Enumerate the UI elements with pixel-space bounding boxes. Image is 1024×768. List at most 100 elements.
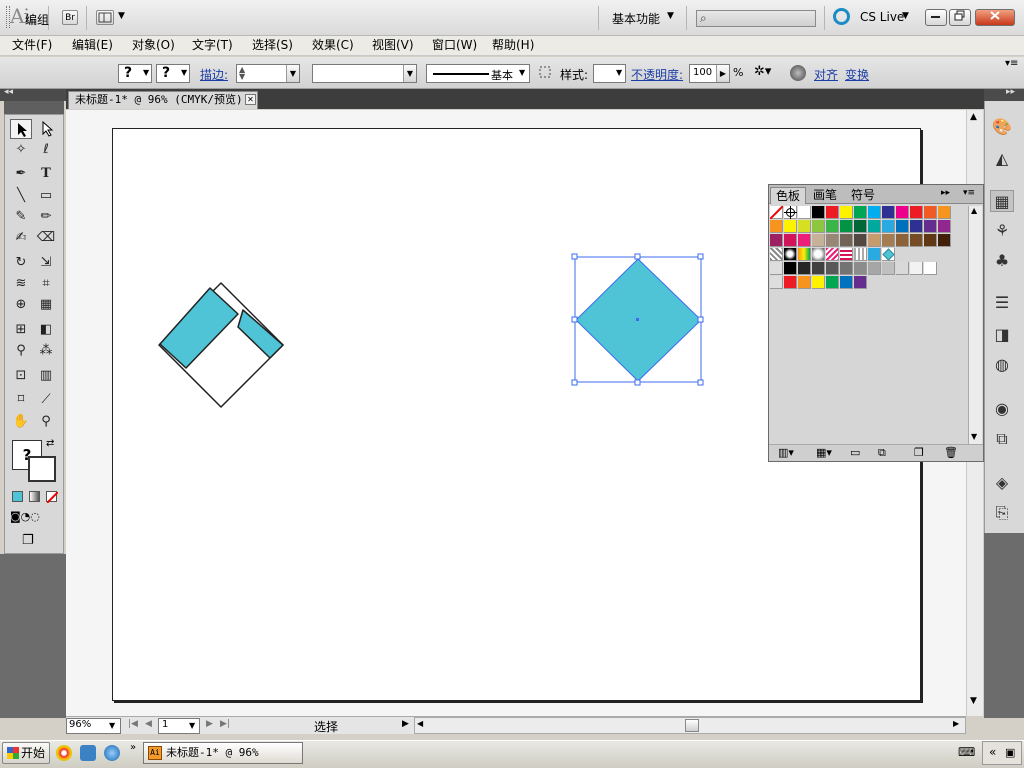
swatch-options-icon[interactable]: ▭ <box>850 446 860 459</box>
color-swatch[interactable] <box>882 234 895 247</box>
dock-header[interactable]: ▸▸ <box>984 87 1024 101</box>
color-swatch[interactable] <box>868 206 881 219</box>
color-swatch[interactable] <box>910 234 923 247</box>
color-group-folder-icon[interactable] <box>770 276 783 289</box>
color-swatch[interactable] <box>910 262 923 275</box>
new-swatch-icon[interactable]: ❐ <box>914 446 924 459</box>
ie-icon[interactable] <box>104 745 120 761</box>
color-swatch[interactable] <box>812 206 825 219</box>
artboard-navigation-dropdown[interactable]: 1 ▼ <box>158 718 200 734</box>
keyboard-icon[interactable]: ⌨ <box>958 745 975 759</box>
graphic-styles-panel-icon[interactable]: ⧉ <box>990 428 1014 450</box>
color-swatch[interactable] <box>924 234 937 247</box>
previous-artboard-icon[interactable]: ◀ <box>145 719 152 729</box>
tab-brushes[interactable]: 画笔 <box>808 187 842 204</box>
color-swatch[interactable] <box>938 220 951 233</box>
first-artboard-icon[interactable]: |◀ <box>128 719 138 729</box>
color-swatch[interactable] <box>826 220 839 233</box>
tab-symbols[interactable]: 符号 <box>846 187 880 204</box>
tray-expand-icon[interactable]: « <box>989 745 996 759</box>
color-swatch[interactable] <box>812 234 825 247</box>
color-swatch[interactable] <box>812 220 825 233</box>
show-swatch-kinds-icon[interactable]: ▦▾ <box>816 446 832 459</box>
color-swatch[interactable] <box>882 220 895 233</box>
zoom-level-dropdown[interactable]: 96% ▼ <box>66 718 121 734</box>
color-swatch[interactable] <box>854 220 867 233</box>
color-swatch[interactable] <box>938 206 951 219</box>
color-swatch[interactable] <box>798 220 811 233</box>
scroll-up-icon[interactable]: ▲ <box>971 206 977 215</box>
appearance-panel-icon[interactable]: ◉ <box>990 398 1014 420</box>
color-swatch[interactable] <box>882 206 895 219</box>
gradient-swatch[interactable] <box>812 248 825 261</box>
color-swatch[interactable] <box>840 262 853 275</box>
gradient-swatch[interactable] <box>798 248 811 261</box>
color-swatch[interactable] <box>798 262 811 275</box>
color-swatch[interactable] <box>854 234 867 247</box>
new-color-group-icon[interactable]: ⧉ <box>878 446 886 460</box>
color-swatch[interactable] <box>910 206 923 219</box>
network-icon[interactable]: ▣ <box>1005 746 1015 759</box>
color-swatch[interactable] <box>798 206 811 219</box>
color-swatch[interactable] <box>896 262 909 275</box>
swatches-panel-icon[interactable]: ▦ <box>990 190 1014 212</box>
swatch-scrollbar[interactable]: ▲ ▼ <box>968 206 982 444</box>
taskbar-overflow-icon[interactable]: » <box>130 742 136 753</box>
color-swatch[interactable] <box>784 220 797 233</box>
color-swatch[interactable] <box>882 262 895 275</box>
scroll-down-icon[interactable]: ▼ <box>970 696 977 706</box>
swatch-libraries-icon[interactable]: ▥▾ <box>778 446 794 459</box>
current-tool-status[interactable]: 选择 <box>314 718 338 735</box>
scroll-down-icon[interactable]: ▼ <box>971 432 977 441</box>
gradient-swatch[interactable] <box>784 248 797 261</box>
color-swatch[interactable] <box>840 234 853 247</box>
color-swatch[interactable] <box>854 206 867 219</box>
color-swatch[interactable] <box>854 262 867 275</box>
color-swatch[interactable] <box>924 262 937 275</box>
color-guide-panel-icon[interactable]: ◭ <box>990 148 1014 170</box>
expand-icon[interactable]: ▸▸ <box>1006 87 1015 97</box>
color-swatch[interactable] <box>938 234 951 247</box>
next-artboard-icon[interactable]: ▶ <box>206 719 213 729</box>
taskbar-illustrator-item[interactable]: Ai 未标题-1* @ 96% (CM... <box>143 742 303 768</box>
scroll-up-icon[interactable]: ▲ <box>970 112 977 122</box>
scroll-left-icon[interactable]: ◀ <box>417 719 423 728</box>
status-menu-icon[interactable]: ▶ <box>402 719 409 729</box>
color-swatch[interactable] <box>840 220 853 233</box>
transparency-panel-icon[interactable]: ◍ <box>990 354 1014 376</box>
color-swatch[interactable] <box>812 262 825 275</box>
color-swatch[interactable] <box>784 234 797 247</box>
color-swatch[interactable] <box>826 206 839 219</box>
color-swatch[interactable] <box>784 276 797 289</box>
scroll-right-icon[interactable]: ▶ <box>953 719 959 728</box>
color-swatch[interactable] <box>854 276 867 289</box>
color-swatch[interactable] <box>868 220 881 233</box>
left-diamond-group[interactable] <box>158 282 284 408</box>
color-swatch[interactable] <box>798 276 811 289</box>
none-swatch[interactable] <box>769 205 784 220</box>
color-swatch[interactable] <box>770 234 783 247</box>
scroll-thumb[interactable] <box>685 719 699 732</box>
color-swatch[interactable] <box>826 276 839 289</box>
color-swatch[interactable] <box>840 276 853 289</box>
color-swatch[interactable] <box>896 234 909 247</box>
color-swatch[interactable] <box>896 220 909 233</box>
color-swatch[interactable] <box>924 206 937 219</box>
color-swatch[interactable] <box>868 234 881 247</box>
panel-menu-icon[interactable]: ▾≡ <box>963 188 975 198</box>
pattern-swatch[interactable] <box>840 248 853 261</box>
color-swatch[interactable] <box>826 262 839 275</box>
gradient-panel-icon[interactable]: ◨ <box>990 324 1014 346</box>
color-swatch[interactable] <box>896 206 909 219</box>
color-group-folder-icon[interactable] <box>770 262 783 275</box>
pattern-swatch[interactable] <box>770 248 783 261</box>
color-swatch[interactable] <box>924 220 937 233</box>
color-swatch[interactable] <box>868 248 881 261</box>
browser-icon[interactable] <box>56 745 72 761</box>
color-swatch[interactable] <box>868 262 881 275</box>
tab-swatches[interactable]: 色板 <box>770 187 807 204</box>
quick-launch-icon[interactable] <box>80 745 96 761</box>
delete-swatch-icon[interactable]: 🗑 <box>944 446 958 459</box>
artboards-panel-icon[interactable]: ⎘ <box>990 502 1014 524</box>
brushes-panel-icon[interactable]: ⚘ <box>990 220 1014 242</box>
